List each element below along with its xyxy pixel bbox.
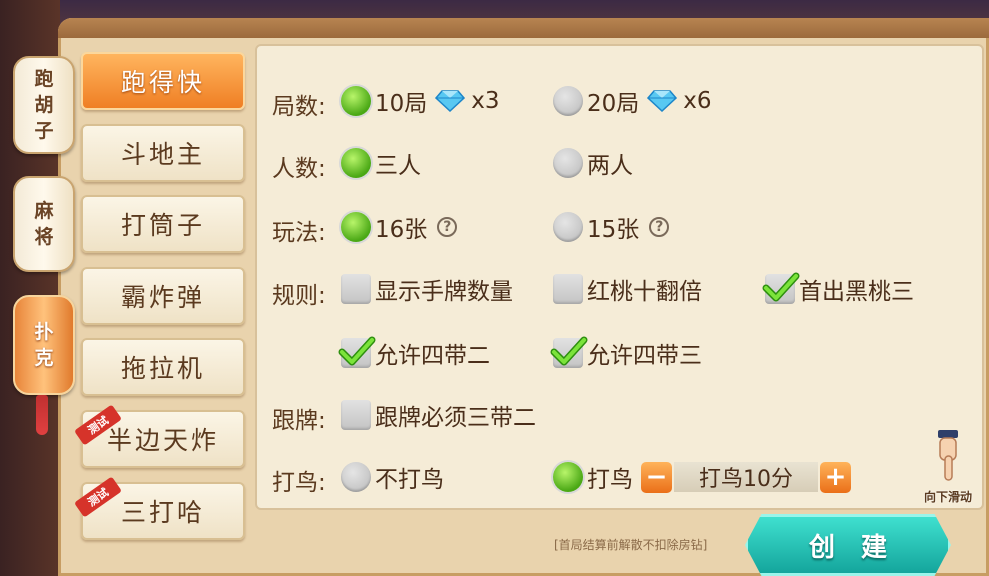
option-text: 20局 <box>587 91 640 117</box>
rounds-option-20[interactable]: 20局 x6 <box>553 84 712 118</box>
rule-spade-three-first[interactable]: 首出黑桃三 <box>762 272 914 306</box>
follow-must-three-two[interactable]: 跟牌必须三带二 <box>341 398 536 432</box>
bird-option-none[interactable]: 不打鸟 <box>341 460 444 494</box>
stepper-value: 打鸟10分 <box>674 462 818 492</box>
checkbox-unchecked[interactable] <box>553 274 583 304</box>
side-tab-char: 克 <box>34 347 54 369</box>
diamond-cost: x6 <box>683 88 712 114</box>
help-icon[interactable]: ? <box>649 217 670 237</box>
option-text: 两人 <box>587 153 633 179</box>
help-icon[interactable]: ? <box>437 217 458 237</box>
pointing-hand-icon <box>938 430 958 481</box>
radio-unselected[interactable] <box>553 148 583 178</box>
option-text: 显示手牌数量 <box>375 279 513 305</box>
bird-label: 打鸟: <box>272 470 326 496</box>
plus-button[interactable]: + <box>820 461 851 493</box>
checkbox-checked[interactable] <box>338 336 376 368</box>
dissolve-hint: [首局结算前解散不扣除房钻] <box>554 538 708 552</box>
radio-unselected[interactable] <box>553 212 583 242</box>
radio-unselected[interactable] <box>553 86 583 116</box>
radio-selected[interactable] <box>341 212 371 242</box>
game-button-label: 斗地主 <box>120 140 205 169</box>
game-button-label: 三打哈 <box>120 498 205 527</box>
option-text: 首出黑桃三 <box>799 279 914 305</box>
create-button-label: 创建 <box>808 532 913 563</box>
scroll-down-hint: 向下滑动 <box>913 428 983 505</box>
minus-button[interactable]: − <box>641 461 672 493</box>
option-text: 打鸟 <box>587 467 633 493</box>
dialog-top-bar <box>58 18 989 38</box>
rule-show-hand-count[interactable]: 显示手牌数量 <box>341 272 513 306</box>
game-button-doudizhu[interactable]: 斗地主 <box>81 124 245 182</box>
bird-score-stepper: − 打鸟10分 + <box>641 460 851 494</box>
option-text: 红桃十翻倍 <box>587 279 702 305</box>
diamond-icon <box>647 90 678 112</box>
game-button-banbiantianzha[interactable]: 测试 半边天炸 <box>73 404 245 468</box>
game-button-sandaha[interactable]: 测试 三打哈 <box>73 476 245 540</box>
option-text: 跟牌必须三带二 <box>375 405 536 431</box>
game-button-bazhadan[interactable]: 霸炸弹 <box>81 267 245 325</box>
checkmark-icon <box>338 336 376 366</box>
follow-label: 跟牌: <box>272 408 326 434</box>
checkbox-unchecked[interactable] <box>341 400 371 430</box>
checkbox-checked[interactable] <box>550 336 588 368</box>
side-tab-mahjong[interactable]: 麻 将 <box>13 176 75 272</box>
checkbox-checked[interactable] <box>762 272 800 304</box>
players-option-three[interactable]: 三人 <box>341 146 421 180</box>
mode-option-16[interactable]: 16张 ? <box>341 210 458 244</box>
game-button-tuolaji[interactable]: 拖拉机 <box>81 338 245 396</box>
game-button-label: 拖拉机 <box>120 354 205 383</box>
side-tab-char: 跑 <box>34 68 54 90</box>
side-tab-char: 扑 <box>34 321 54 343</box>
mode-label: 玩法: <box>272 220 326 246</box>
option-text: 16张 <box>375 217 428 243</box>
bird-option-yes[interactable]: 打鸟 <box>553 460 633 494</box>
players-label: 人数: <box>272 156 326 182</box>
diamond-icon <box>435 90 466 112</box>
radio-selected[interactable] <box>553 462 583 492</box>
rules-label: 规则: <box>272 283 326 309</box>
option-text: 15张 <box>587 217 640 243</box>
scroll-hint-text: 向下滑动 <box>923 490 972 504</box>
option-text: 允许四带三 <box>587 343 702 369</box>
players-option-two[interactable]: 两人 <box>553 146 633 180</box>
side-tab-poker[interactable]: 扑 克 <box>13 295 75 395</box>
radio-selected[interactable] <box>341 86 371 116</box>
side-tab-char: 麻 <box>34 200 54 222</box>
checkbox-unchecked[interactable] <box>341 274 371 304</box>
game-button-label: 霸炸弹 <box>120 283 205 312</box>
diamond-cost: x3 <box>471 88 500 114</box>
option-text: 三人 <box>375 153 421 179</box>
game-button-label: 跑得快 <box>120 68 205 97</box>
rounds-option-10[interactable]: 10局 x3 <box>341 84 500 118</box>
radio-selected[interactable] <box>341 148 371 178</box>
create-button[interactable]: 创建 <box>745 514 951 576</box>
game-button-label: 打筒子 <box>120 211 205 240</box>
checkmark-icon <box>762 272 800 302</box>
option-text: 允许四带二 <box>375 343 490 369</box>
side-tab-char: 胡 <box>34 94 54 116</box>
radio-unselected[interactable] <box>341 462 371 492</box>
option-text: 10局 <box>375 91 428 117</box>
mode-option-15[interactable]: 15张 ? <box>553 210 670 244</box>
rule-four-with-three[interactable]: 允许四带三 <box>550 336 702 370</box>
side-tab-paohuzi[interactable]: 跑 胡 子 <box>13 56 75 154</box>
rule-four-with-two[interactable]: 允许四带二 <box>338 336 490 370</box>
game-button-datongzi[interactable]: 打筒子 <box>81 195 245 253</box>
side-tab-char: 将 <box>34 226 54 248</box>
checkmark-icon <box>550 336 588 366</box>
rule-heart-ten-double[interactable]: 红桃十翻倍 <box>553 272 702 306</box>
option-text: 不打鸟 <box>375 467 444 493</box>
game-button-paodekuai[interactable]: 跑得快 <box>81 52 245 110</box>
tassel-decoration <box>36 395 48 435</box>
rounds-label: 局数: <box>272 94 326 120</box>
game-button-label: 半边天炸 <box>106 426 219 455</box>
side-tab-char: 子 <box>34 120 54 142</box>
